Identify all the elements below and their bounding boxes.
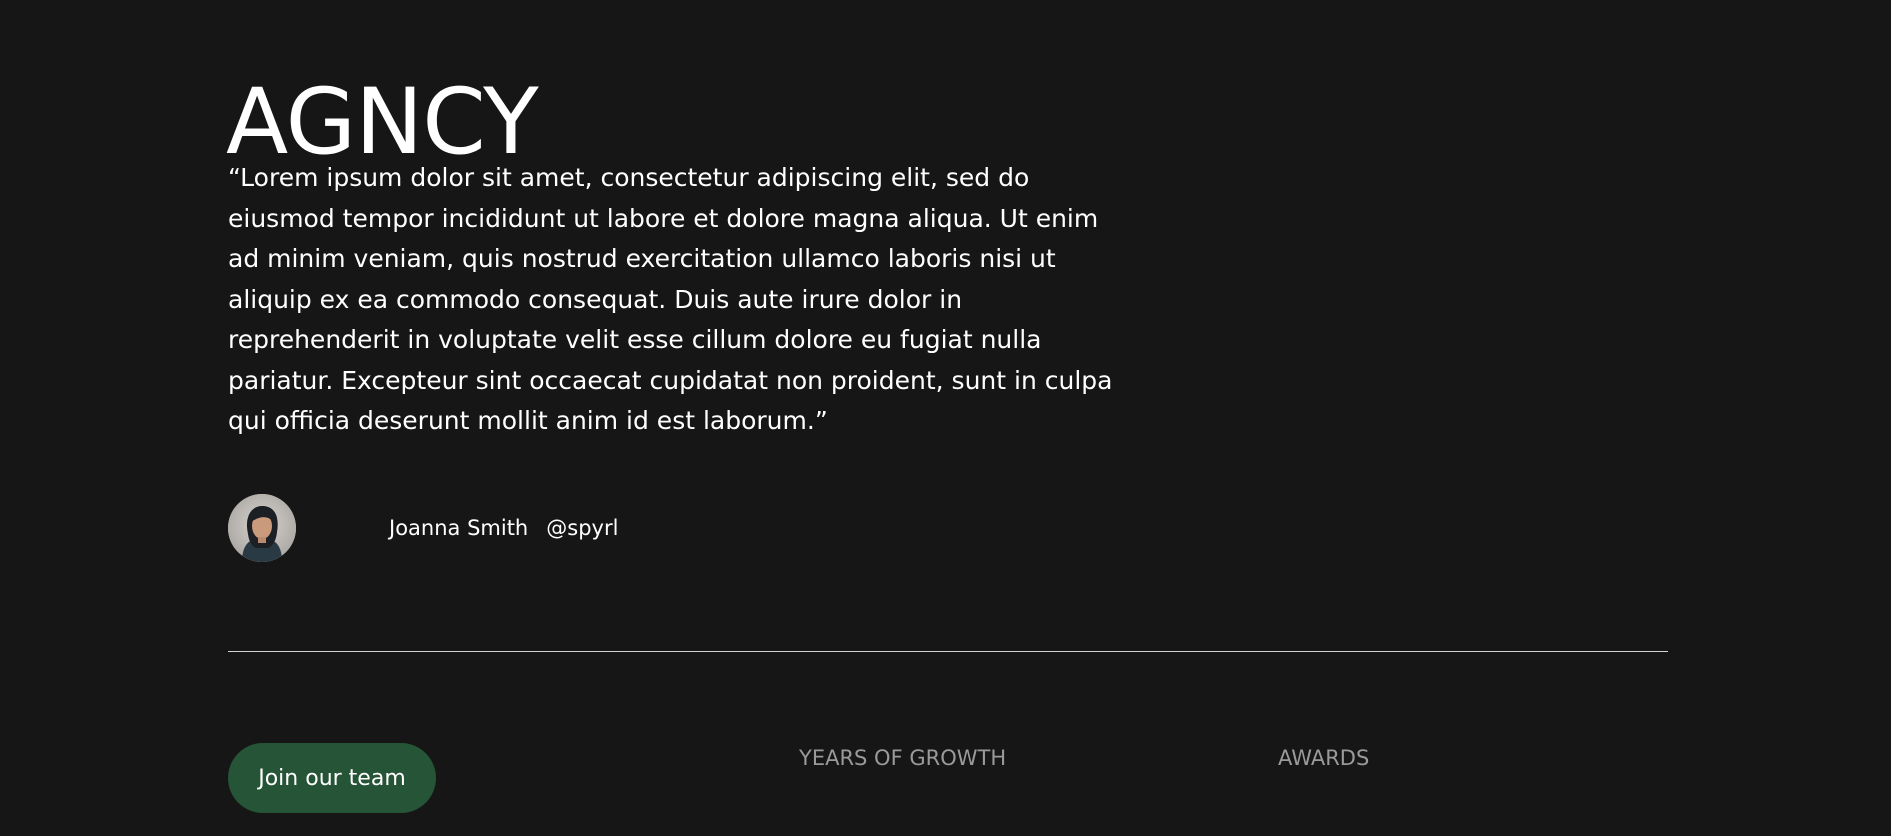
avatar	[228, 494, 296, 562]
person-portrait-icon	[228, 494, 296, 562]
section-divider	[228, 651, 1668, 652]
join-team-button[interactable]: Join our team	[228, 743, 436, 813]
stat-years-of-growth-label: YEARS OF GROWTH	[799, 746, 1007, 770]
stat-awards-label: AWARDS	[1278, 746, 1370, 770]
author-handle[interactable]: @spyrl	[546, 516, 618, 540]
testimonial-quote: “Lorem ipsum dolor sit amet, consectetur…	[228, 163, 1113, 435]
author-name: Joanna Smith	[389, 516, 529, 540]
testimonial-author: Joanna Smith @spyrl	[228, 494, 618, 562]
